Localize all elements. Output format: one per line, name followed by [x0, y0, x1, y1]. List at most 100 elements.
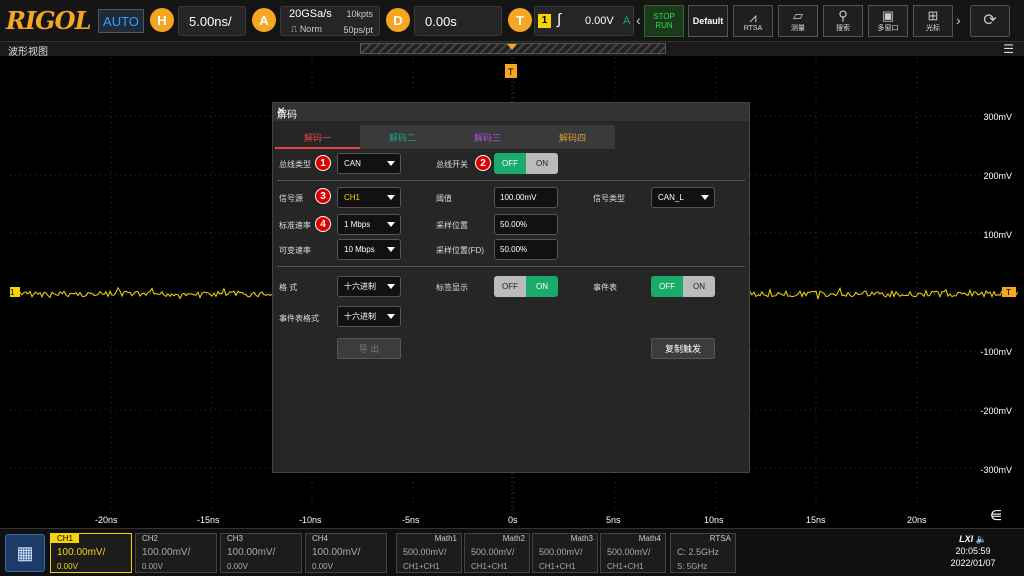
signal-type-value: CAN_L: [658, 193, 684, 202]
vertical-label: 100mV: [983, 230, 1012, 240]
bus-switch-label: 总线开关: [436, 160, 468, 169]
trigger-icon[interactable]: T: [508, 8, 532, 32]
search-button[interactable]: ⚲ 搜索: [823, 5, 863, 37]
trigger-source: 1: [538, 14, 551, 28]
rtsa-box[interactable]: RTSA C: 2.5GHz S: 5GHz: [670, 533, 736, 573]
time-label: 5ns: [606, 515, 621, 525]
ch3-box[interactable]: CH3 100.00mV/ 0.00V: [220, 533, 302, 573]
tab-decode-1[interactable]: 解码一: [275, 125, 360, 149]
variable-rate-select[interactable]: 10 Mbps: [337, 239, 401, 260]
ch1-box[interactable]: CH1 100.00mV/ 0.00V: [50, 533, 132, 573]
label-display-label: 标签显示: [436, 283, 468, 292]
event-format-select[interactable]: 十六进制: [337, 306, 401, 327]
tab-decode-3[interactable]: 解码三: [445, 125, 530, 149]
signal-type-select[interactable]: CAN_L: [651, 187, 715, 208]
collapse-menu-icon[interactable]: ⋹: [990, 507, 1002, 524]
channel-name: CH4: [312, 534, 329, 543]
threshold-input[interactable]: 100.00mV: [494, 187, 558, 208]
chevron-right-icon[interactable]: ›: [956, 12, 961, 28]
bottom-bar: ▦ CH1 100.00mV/ 0.00V CH2 100.00mV/ 0.00…: [0, 528, 1024, 576]
sample-position-fd-input[interactable]: 50.00%: [494, 239, 558, 260]
bus-switch-toggle[interactable]: OFF ON: [494, 153, 558, 174]
multiwindow-label: 多窗口: [877, 25, 899, 32]
label-display-toggle[interactable]: OFF ON: [494, 276, 558, 297]
math3-box[interactable]: Math3 500.00mV/ CH1+CH1: [532, 533, 598, 573]
default-button[interactable]: Default: [688, 5, 728, 37]
horizontal-scale-box[interactable]: 5.00ns/: [178, 6, 246, 36]
rtsa-button[interactable]: ⩘ RTSA: [733, 5, 773, 37]
trigger-level: 0.00V: [585, 15, 614, 27]
toggle-on[interactable]: ON: [526, 153, 558, 174]
tab-decode-2[interactable]: 解码二: [360, 125, 445, 149]
copy-trigger-button[interactable]: 复制触发: [651, 338, 715, 359]
channel-name: CH3: [227, 534, 244, 543]
auto-button[interactable]: AUTO: [98, 9, 144, 33]
math-scale: 500.00mV/: [403, 547, 447, 557]
signal-type-label: 信号类型: [593, 194, 625, 203]
baud-value: 1 Mbps: [344, 220, 371, 229]
ch2-box[interactable]: CH2 100.00mV/ 0.00V: [135, 533, 217, 573]
event-format-value: 十六进制: [344, 312, 376, 321]
math-name: Math1: [434, 534, 457, 543]
menu-icon[interactable]: ☰: [1003, 42, 1014, 56]
time-label: -15ns: [197, 515, 220, 525]
cursor-button[interactable]: ⊞ 光标: [913, 5, 953, 37]
clock-date: 2022/01/07: [950, 558, 996, 568]
trigger-time-marker-label: T: [508, 67, 514, 77]
chevron-left-icon[interactable]: ‹: [636, 12, 641, 28]
format-label: 格 式: [279, 283, 298, 292]
time-label: -20ns: [95, 515, 118, 525]
toggle-off[interactable]: OFF: [494, 153, 526, 174]
math-name: Math3: [570, 534, 593, 543]
toggle-on[interactable]: ON: [683, 276, 715, 297]
search-icon: ⚲: [838, 8, 848, 23]
tab-label: 解码二: [388, 132, 416, 143]
math1-box[interactable]: Math1 500.00mV/ CH1+CH1: [396, 533, 462, 573]
math-scale: 500.00mV/: [539, 547, 583, 557]
divider: [277, 180, 745, 181]
baud-select[interactable]: 1 Mbps: [337, 214, 401, 235]
source-select[interactable]: CH1: [337, 187, 401, 208]
event-table-toggle[interactable]: OFF ON: [651, 276, 715, 297]
dropdown-arrow-icon: [387, 195, 395, 200]
channel-scale: 100.00mV/: [227, 547, 276, 558]
format-select[interactable]: 十六进制: [337, 276, 401, 297]
toggle-off[interactable]: OFF: [494, 276, 526, 297]
delay-box[interactable]: 0.00s: [414, 6, 502, 36]
delay-icon[interactable]: D: [386, 8, 410, 32]
threshold-label: 阈值: [436, 194, 452, 203]
close-icon[interactable]: ✕: [277, 106, 745, 117]
channel-offset: 0.00V: [227, 562, 248, 571]
toggle-on[interactable]: ON: [526, 276, 558, 297]
math-scale: 500.00mV/: [471, 547, 515, 557]
measure-button[interactable]: ▱ 测量: [778, 5, 818, 37]
acquire-box[interactable]: 20GSa/s 10kpts ⎍ Norm 50ps/pt: [280, 6, 380, 36]
status-clock: LXI 🔈 20:05:59 2022/01/07: [932, 533, 1014, 573]
math2-box[interactable]: Math2 500.00mV/ CH1+CH1: [464, 533, 530, 573]
run-stop-button[interactable]: STOP RUN: [644, 5, 684, 37]
dropdown-arrow-icon: [387, 161, 395, 166]
acquire-icon[interactable]: A: [252, 8, 276, 32]
sample-position-input[interactable]: 50.00%: [494, 214, 558, 235]
home-apps-icon[interactable]: ▦: [5, 534, 45, 572]
trigger-box[interactable]: 1 ∫ 0.00V A: [534, 6, 634, 36]
time-label: 0s: [508, 515, 518, 525]
tab-decode-4[interactable]: 解码四: [530, 125, 615, 149]
waveform-view-title: 波形视图: [8, 47, 48, 58]
ch4-box[interactable]: CH4 100.00mV/ 0.00V: [305, 533, 387, 573]
refresh-button[interactable]: ⟳: [970, 5, 1010, 37]
callout-badge: 1: [315, 155, 331, 171]
export-button[interactable]: 导 出: [337, 338, 401, 359]
bus-type-value: CAN: [344, 159, 361, 168]
channel-scale: 100.00mV/: [312, 547, 361, 558]
bus-type-select[interactable]: CAN: [337, 153, 401, 174]
horizontal-icon[interactable]: H: [150, 8, 174, 32]
channel-offset: 0.00V: [142, 562, 163, 571]
callout-badge: 3: [315, 188, 331, 204]
variable-rate-label: 可变速率: [279, 246, 311, 255]
delay-value: 0.00s: [425, 14, 457, 29]
math4-box[interactable]: Math4 500.00mV/ CH1+CH1: [600, 533, 666, 573]
toggle-off[interactable]: OFF: [651, 276, 683, 297]
multiwindow-button[interactable]: ▣ 多窗口: [868, 5, 908, 37]
rtsa-span: S: 5GHz: [677, 562, 708, 571]
